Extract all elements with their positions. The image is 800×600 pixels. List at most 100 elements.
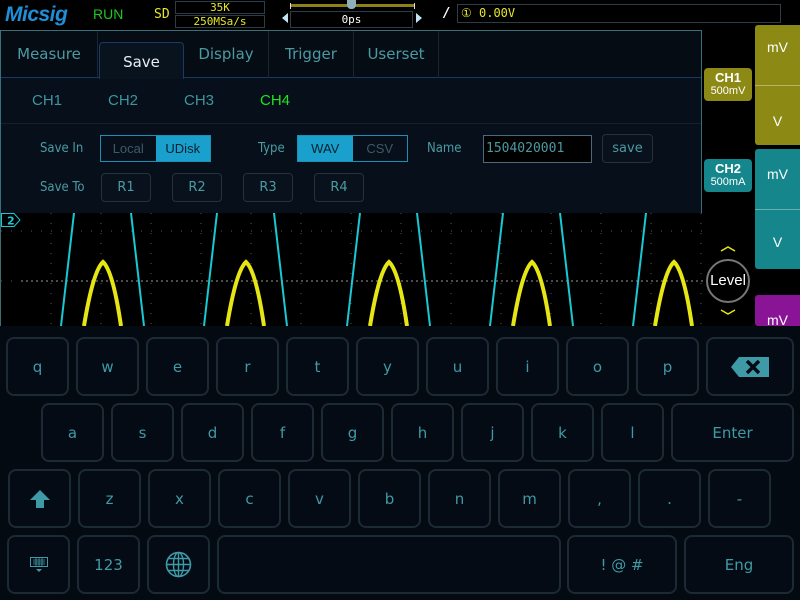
save-to-r3-button[interactable]: R3 — [243, 173, 293, 202]
ch2-falling-edge — [273, 213, 288, 326]
symbols-key[interactable]: ! @ # — [567, 535, 677, 594]
ch2-unit-mv[interactable]: mV — [755, 149, 800, 209]
key-a[interactable]: a — [41, 403, 104, 462]
save-to-r1-button[interactable]: R1 — [101, 173, 151, 202]
ch2-rising-edge — [346, 213, 361, 326]
trigger-level: 0.00V — [479, 6, 516, 20]
ch2-falling-edge — [559, 213, 574, 326]
key-n[interactable]: n — [428, 469, 491, 528]
type-csv[interactable]: CSV — [353, 136, 408, 161]
ch2-offset-marker[interactable]: 2 — [1, 213, 21, 227]
key-d[interactable]: d — [181, 403, 244, 462]
key-z[interactable]: z — [78, 469, 141, 528]
level-down-caret-icon[interactable] — [720, 309, 736, 315]
run-stop-status[interactable]: RUN — [93, 6, 123, 22]
time-offset-value[interactable]: 0ps — [290, 11, 413, 28]
ch1-unit-v[interactable]: V — [755, 85, 800, 145]
top-status-bar: Micsig RUN SD 35K 250MSa/s 0ps / ① 0.00V — [0, 0, 800, 30]
save-in-udisk[interactable]: UDisk — [155, 136, 210, 161]
sample-rate[interactable]: 250MSa/s — [175, 15, 265, 28]
key-f[interactable]: f — [251, 403, 314, 462]
key-p[interactable]: p — [636, 337, 699, 396]
key-period[interactable]: . — [638, 469, 701, 528]
key-m[interactable]: m — [498, 469, 561, 528]
globe-icon — [165, 551, 192, 578]
ch1-scale-chip[interactable]: CH1 500mV — [704, 68, 752, 101]
ch1-unit-mv[interactable]: mV — [755, 25, 800, 85]
acquisition-mode[interactable]: SD — [154, 7, 170, 22]
level-up-caret-icon[interactable] — [720, 246, 736, 252]
ch1-pulse — [225, 259, 266, 326]
save-in-label: Save In — [40, 141, 84, 156]
channel-ch1[interactable]: CH1 — [32, 92, 62, 109]
save-to-label: Save To — [40, 180, 85, 195]
backspace-icon — [731, 356, 769, 377]
key-k[interactable]: k — [531, 403, 594, 462]
key-comma[interactable]: , — [568, 469, 631, 528]
hide-keyboard-key[interactable] — [7, 535, 70, 594]
type-wav[interactable]: WAV — [298, 136, 353, 161]
channel-ch2[interactable]: CH2 — [108, 92, 138, 109]
numbers-key[interactable]: 123 — [77, 535, 140, 594]
key-x[interactable]: x — [148, 469, 211, 528]
oscilloscope-screen: Micsig RUN SD 35K 250MSa/s 0ps / ① 0.00V… — [0, 0, 800, 600]
key-c[interactable]: c — [218, 469, 281, 528]
ch1-pulse — [653, 259, 694, 326]
key-i[interactable]: i — [496, 337, 559, 396]
shift-key[interactable] — [8, 469, 71, 528]
save-to-r2-button[interactable]: R2 — [172, 173, 222, 202]
key-o[interactable]: o — [566, 337, 629, 396]
rising-edge-icon[interactable]: / — [444, 6, 449, 21]
time-offset-left-arrow-icon[interactable] — [282, 13, 288, 23]
key-t[interactable]: t — [286, 337, 349, 396]
ch3-unit-mv[interactable]: mV — [755, 295, 800, 326]
key-q[interactable]: q — [6, 337, 69, 396]
key-h[interactable]: h — [391, 403, 454, 462]
brand-logo: Micsig — [5, 3, 68, 26]
ch2-rising-edge — [489, 213, 504, 326]
trigger-info[interactable]: ① 0.00V — [457, 4, 781, 23]
tab-display[interactable]: Display — [184, 31, 269, 78]
key-y[interactable]: y — [356, 337, 419, 396]
memory-depth[interactable]: 35K — [175, 1, 265, 14]
key-e[interactable]: e — [146, 337, 209, 396]
key-dash[interactable]: - — [708, 469, 771, 528]
file-type-toggle[interactable]: WAV CSV — [297, 135, 408, 162]
timebase-position-slider[interactable] — [290, 0, 415, 9]
file-name-input[interactable]: 1504020001 — [483, 135, 592, 163]
time-offset-right-arrow-icon[interactable] — [416, 13, 422, 23]
space-key[interactable] — [217, 535, 561, 594]
tab-trigger[interactable]: Trigger — [269, 31, 354, 78]
ch2-unit-v[interactable]: V — [755, 209, 800, 269]
save-in-local[interactable]: Local — [101, 136, 156, 161]
ch2-scale-chip[interactable]: CH2 500mA — [704, 159, 752, 192]
language-globe-key[interactable] — [147, 535, 210, 594]
ch2-falling-edge — [416, 213, 431, 326]
menu-tabs: Measure Save Display Trigger Userset — [1, 31, 701, 79]
channel-ch3[interactable]: CH3 — [184, 92, 214, 109]
enter-key[interactable]: Enter — [671, 403, 794, 462]
tab-userset[interactable]: Userset — [354, 31, 439, 78]
tab-measure[interactable]: Measure — [1, 31, 98, 78]
backspace-key[interactable] — [706, 337, 794, 396]
key-r[interactable]: r — [216, 337, 279, 396]
key-j[interactable]: j — [461, 403, 524, 462]
key-b[interactable]: b — [358, 469, 421, 528]
key-s[interactable]: s — [111, 403, 174, 462]
save-in-toggle[interactable]: Local UDisk — [100, 135, 211, 162]
language-key[interactable]: Eng — [684, 535, 794, 594]
save-button[interactable]: save — [602, 134, 653, 163]
tab-save[interactable]: Save — [99, 42, 184, 79]
waveform-display[interactable]: 2 — [0, 213, 703, 326]
key-g[interactable]: g — [321, 403, 384, 462]
key-l[interactable]: l — [601, 403, 664, 462]
trigger-position-handle[interactable] — [347, 0, 356, 9]
ch2-rising-edge — [632, 213, 647, 326]
save-to-r4-button[interactable]: R4 — [314, 173, 364, 202]
name-label: Name — [427, 141, 462, 156]
level-knob[interactable]: Level — [706, 259, 750, 303]
key-u[interactable]: u — [426, 337, 489, 396]
key-v[interactable]: v — [288, 469, 351, 528]
channel-ch4[interactable]: CH4 — [260, 92, 290, 109]
key-w[interactable]: w — [76, 337, 139, 396]
